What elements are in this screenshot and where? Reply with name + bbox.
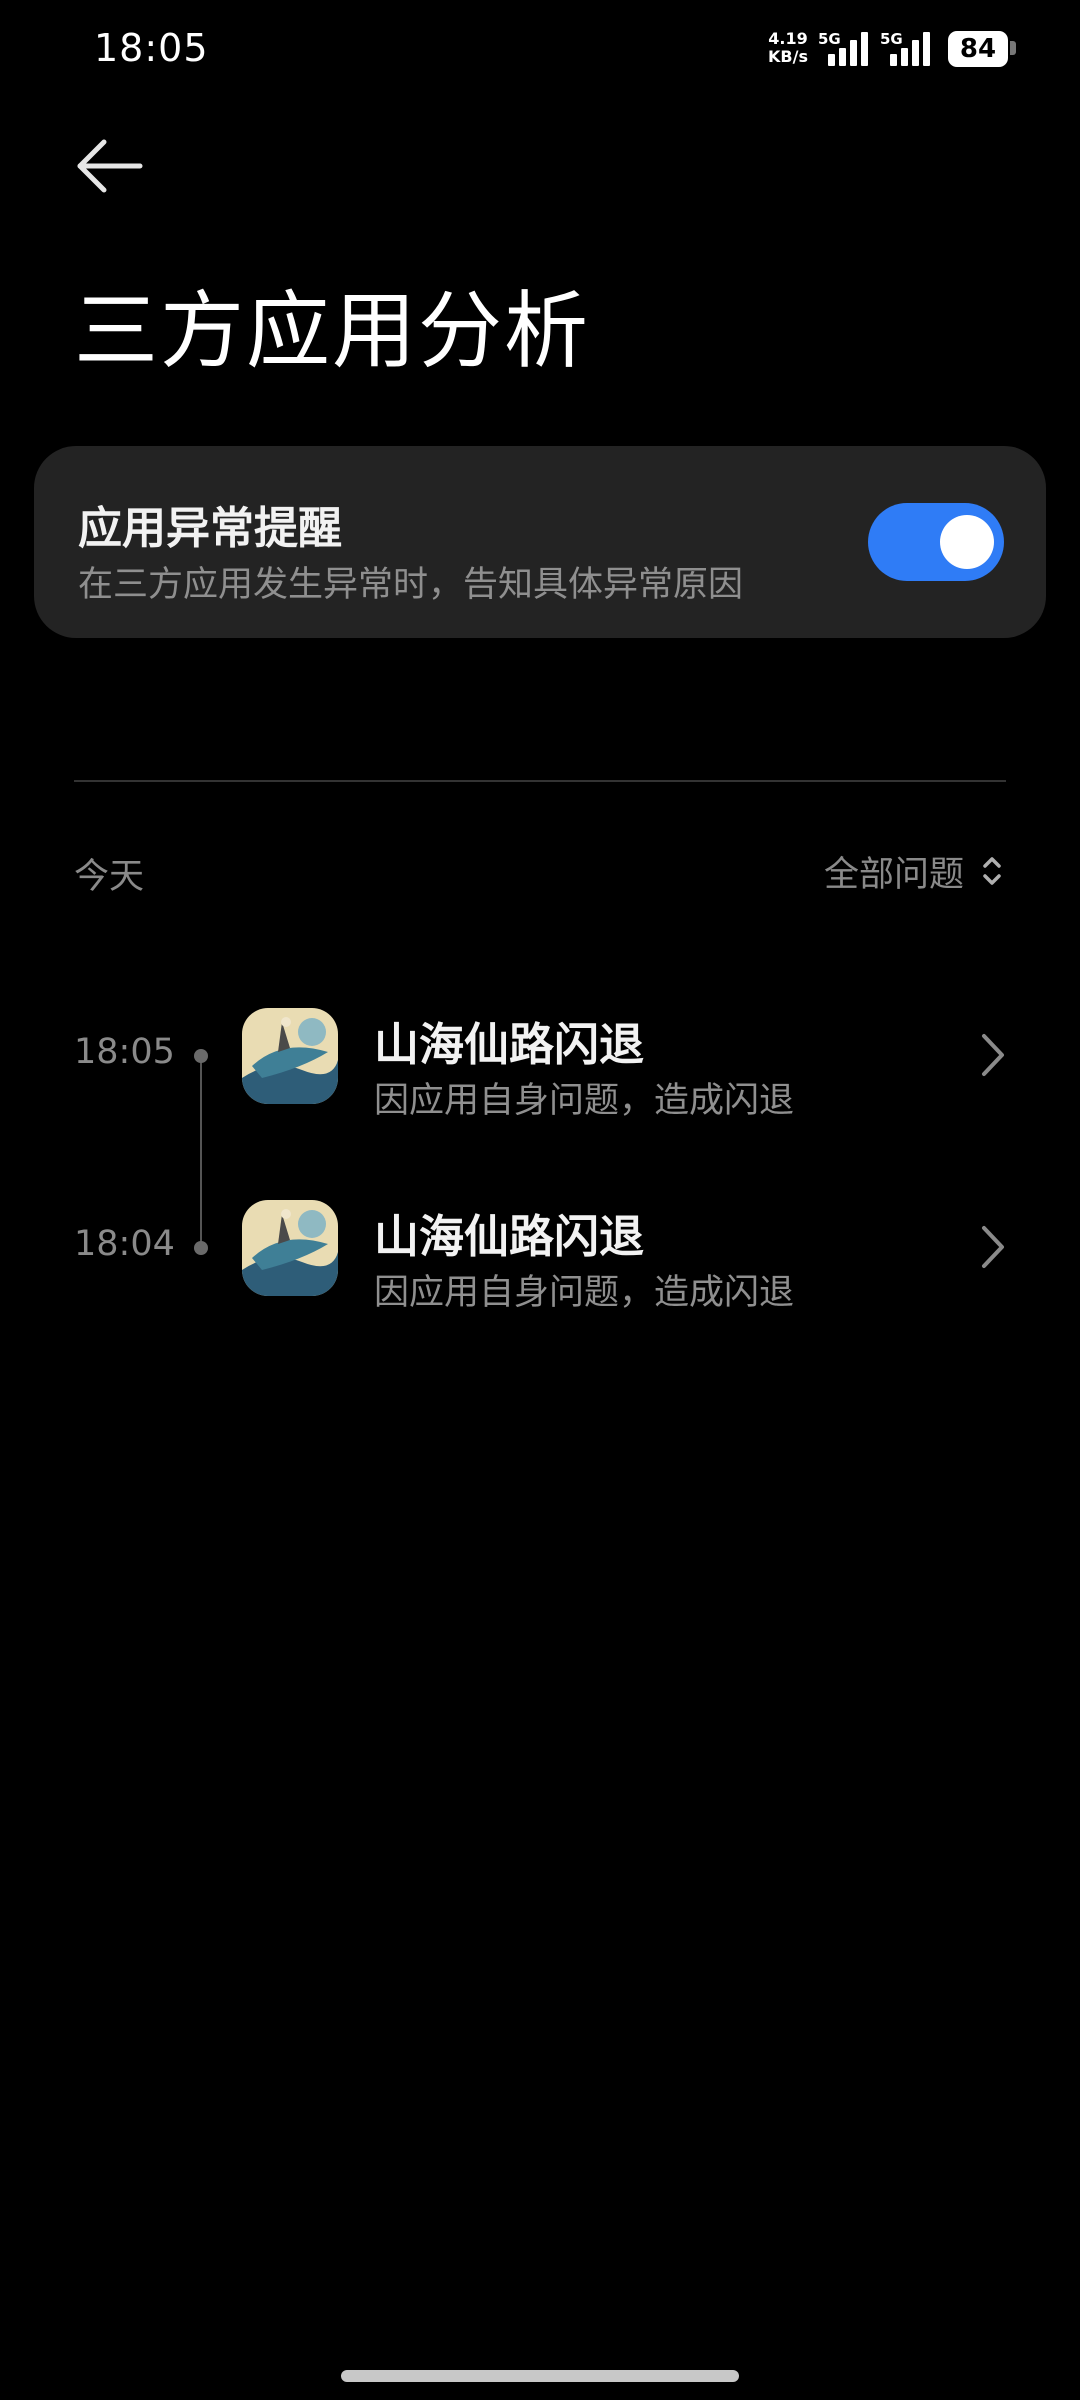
arrow-left-icon [77,139,143,193]
back-button[interactable] [70,130,150,210]
network-speed-unit: KB/s [768,47,808,66]
record-reason: 因应用自身问题，造成闪退 [374,1081,795,1121]
alert-toggle-switch[interactable] [868,503,1004,581]
record-title: 山海仙路闪退 [374,1210,645,1263]
up-down-chevron-icon [983,857,1001,885]
app-icon [242,1200,338,1296]
screen: 18:05 4.19 KB/s 5G 5G 84 三方应用分析 应用异常提醒 在… [0,0,1080,2400]
timeline-dot [194,1049,208,1063]
signal-icon [890,32,930,66]
battery-tip [1010,41,1016,55]
record-time: 18:05 [74,1032,175,1072]
setting-title: 应用异常提醒 [78,503,342,554]
timeline-dot [194,1241,208,1255]
network-speed-value: 4.19 [768,29,808,48]
chevron-right-icon [982,1034,1004,1076]
app-exception-alert-setting[interactable]: 应用异常提醒 在三方应用发生异常时，告知具体异常原因 [34,446,1046,638]
status-time: 18:05 [94,26,209,70]
crash-record-item[interactable]: 18:05 山海仙路闪退 因应用自身问题，造成闪退 [0,980,1080,1130]
date-section-label: 今天 [74,857,145,897]
issue-filter-dropdown[interactable]: 全部问题 [824,846,1004,896]
home-indicator[interactable] [341,2370,739,2382]
signal-icon [828,32,868,66]
divider [74,780,1006,782]
filter-label: 全部问题 [823,854,964,895]
page-title: 三方应用分析 [74,282,591,380]
record-reason: 因应用自身问题，造成闪退 [374,1273,795,1313]
app-icon [242,1008,338,1104]
chevron-right-icon [982,1226,1004,1268]
record-time: 18:04 [74,1224,175,1264]
record-title: 山海仙路闪退 [374,1018,645,1071]
battery-icon: 84 [948,31,1008,67]
setting-description: 在三方应用发生异常时，告知具体异常原因 [78,565,744,605]
status-bar: 18:05 4.19 KB/s 5G 5G 84 [0,0,1080,100]
crash-record-item[interactable]: 18:04 山海仙路闪退 因应用自身问题，造成闪退 [0,1172,1080,1322]
network-speed: 4.19 KB/s [768,30,808,66]
toggle-knob [940,515,994,569]
battery-level: 84 [959,34,997,64]
